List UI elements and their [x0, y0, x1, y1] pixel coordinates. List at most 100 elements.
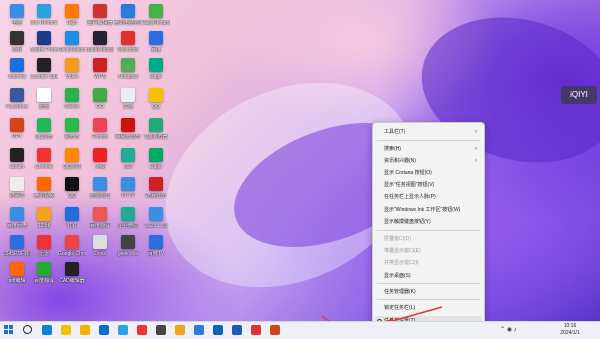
desktop-icon[interactable]: Bigo — [58, 4, 86, 34]
desktop-icon[interactable]: Weixin — [58, 88, 86, 118]
desktop-icon[interactable]: 文档 — [114, 88, 142, 118]
desktop-icon[interactable]: 爱奇艺 — [58, 118, 86, 148]
menu-item[interactable]: 任务管理器(K) — [375, 287, 482, 298]
menu-item[interactable]: 工具栏(T) › — [375, 127, 482, 138]
desktop-icon[interactable]: 百度网盘 — [3, 207, 31, 237]
desktop-icon[interactable]: BaiduNetdisk — [86, 31, 114, 61]
photos-icon[interactable] — [118, 325, 128, 335]
desktop-icon[interactable]: 百度翻译 — [86, 207, 114, 237]
app-icon — [121, 31, 135, 45]
desktop-icon[interactable]: Microsoft — [114, 31, 142, 61]
menu-item[interactable]: 显示触摸键盘按钮(Y) — [375, 217, 482, 228]
desktop-icon[interactable]: 记事本 — [3, 177, 31, 207]
system-tray[interactable]: ⌃ ◉ ♪ — [500, 326, 517, 333]
desktop-icon[interactable]: Edge — [142, 58, 170, 88]
desktop-icon[interactable]: GO — [86, 88, 114, 118]
desktop-icon-label: QQ — [152, 104, 160, 110]
desktop-icon-label: Notepad — [118, 74, 138, 80]
desktop-icon[interactable]: Google Chrome — [58, 235, 86, 265]
store-icon[interactable] — [156, 325, 166, 335]
desktop-icon[interactable]: 企业微信 — [114, 207, 142, 237]
menu-item-label: 显示触摸键盘按钮(Y) — [384, 219, 431, 225]
desktop-icon[interactable]: Chrome — [30, 148, 58, 178]
desktop-icon[interactable]: WPS — [86, 58, 114, 88]
wps-icon[interactable] — [251, 325, 261, 335]
weather-icon[interactable] — [175, 325, 185, 335]
desktop-icon[interactable]: PPTV — [114, 177, 142, 207]
desktop-icon[interactable]: PPT — [3, 118, 31, 148]
desktop-icon[interactable]: 腾讯电脑管家 — [114, 4, 142, 34]
desktop-icon[interactable]: ebo Remote — [30, 4, 58, 34]
desktop-icon[interactable]: EasyRename — [142, 4, 170, 34]
desktop-icon[interactable]: Edge — [142, 148, 170, 178]
desktop-icon[interactable]: 酷我音乐 — [142, 177, 170, 207]
desktop-icon[interactable]: QQ — [142, 88, 170, 118]
desktop-icon[interactable]: QQ — [58, 177, 86, 207]
desktop-icon[interactable]: 图片编辑器 — [86, 4, 114, 34]
desktop-icon[interactable]: 迅雷 — [30, 88, 58, 118]
desktop-icon[interactable]: CAD编辑器 — [58, 262, 86, 292]
desktop-icon[interactable]: 123dl — [30, 207, 58, 237]
app-icon — [149, 207, 163, 221]
desktop-icon-label: 百度翻译 — [89, 223, 110, 229]
desktop-icon[interactable]: 迅雷 — [30, 235, 58, 265]
search-icon[interactable] — [23, 325, 32, 334]
desktop-icon[interactable]: Docs — [86, 235, 114, 265]
taskbar-clock[interactable]: 10:16 2024/1/1 — [556, 323, 584, 338]
desktop-icon[interactable]: 百度翻译 — [30, 262, 58, 292]
desktop-icon[interactable]: QQ影音 — [58, 148, 86, 178]
app-icon — [10, 207, 24, 221]
desktop-icon[interactable]: 迅雷影音 — [86, 177, 114, 207]
app-icon — [65, 262, 79, 276]
app-icon — [93, 118, 107, 132]
file-explorer-icon[interactable] — [61, 325, 71, 335]
desktop-icon[interactable]: QQ浏览器 — [142, 118, 170, 148]
desktop-icon[interactable]: Adobe Photoshop — [30, 31, 58, 61]
app-icon — [37, 58, 51, 72]
iqiyi-floating-widget[interactable]: iQIYI — [561, 86, 597, 104]
desktop-icon[interactable]: 百度 — [142, 31, 170, 61]
menu-item[interactable]: 资讯和兴趣(N) › — [375, 156, 482, 167]
desktop-icon[interactable]: Photos — [86, 118, 114, 148]
desktop-icon[interactable]: Notepad — [114, 58, 142, 88]
menu-item[interactable]: 锁定任务栏(L) — [375, 303, 482, 314]
menu-item[interactable]: 显示"任务视图"按钮(V) — [375, 180, 482, 191]
desktop-icon[interactable]: 2345PDF转换 — [3, 235, 31, 265]
menu-item[interactable]: 显示桌面(S) — [375, 271, 482, 282]
desktop-icon[interactable]: Steam — [3, 148, 31, 178]
menu-item[interactable]: 显示"Windows Ink 工作区"按钮(W) — [375, 205, 482, 216]
desktop-icon[interactable]: QQ音乐 — [30, 118, 58, 148]
menu-separator — [377, 230, 480, 231]
desktop-icon[interactable]: Video — [58, 58, 86, 88]
menu-item-label: 堆叠显示窗口(E) — [384, 248, 421, 254]
security-icon[interactable] — [194, 325, 204, 335]
outlook-icon[interactable] — [213, 325, 223, 335]
desktop-icon[interactable]: 游戏 — [3, 31, 31, 61]
desktop-icon[interactable]: 腾讯视频 — [30, 177, 58, 207]
desktop-icon[interactable]: pdf编辑 — [3, 262, 31, 292]
desktop-icon[interactable]: 360 — [114, 148, 142, 178]
desktop-icon[interactable]: 火绒 — [86, 148, 114, 178]
desktop-icon-label: 爱奇艺 — [64, 134, 80, 140]
media-player-icon[interactable] — [137, 325, 147, 335]
desktop-icon[interactable]: 电脑 — [3, 4, 31, 34]
edge-icon[interactable] — [42, 325, 52, 335]
folder-icon[interactable] — [80, 325, 90, 335]
menu-item[interactable]: 在任务栏上显示人脉(P) — [375, 192, 482, 203]
desktop-icon-label: Counter Strike — [30, 74, 58, 80]
desktop-icon[interactable]: 网易云音乐 — [114, 118, 142, 148]
menu-item[interactable]: 搜索(H) › — [375, 144, 482, 155]
desktop-icon[interactable]: Facebook — [3, 88, 31, 118]
desktop-icon[interactable]: 钉钉 — [58, 207, 86, 237]
ppt-icon[interactable] — [270, 325, 280, 335]
word-icon[interactable] — [232, 325, 242, 335]
desktop-icon[interactable]: Counter Strike — [30, 58, 58, 88]
desktop-icon[interactable]: Internet — [3, 58, 31, 88]
menu-item[interactable]: 显示 Cortana 按钮(O) — [375, 168, 482, 179]
desktop-icon[interactable]: 百度TV — [142, 235, 170, 265]
start-icon[interactable] — [4, 325, 14, 335]
desktop-icon[interactable]: 2023 1 13 — [142, 207, 170, 237]
desktop-icon[interactable]: geek.exe — [114, 235, 142, 265]
mail-icon[interactable] — [99, 325, 109, 335]
desktop-icon[interactable]: CleanMaster — [58, 31, 86, 61]
